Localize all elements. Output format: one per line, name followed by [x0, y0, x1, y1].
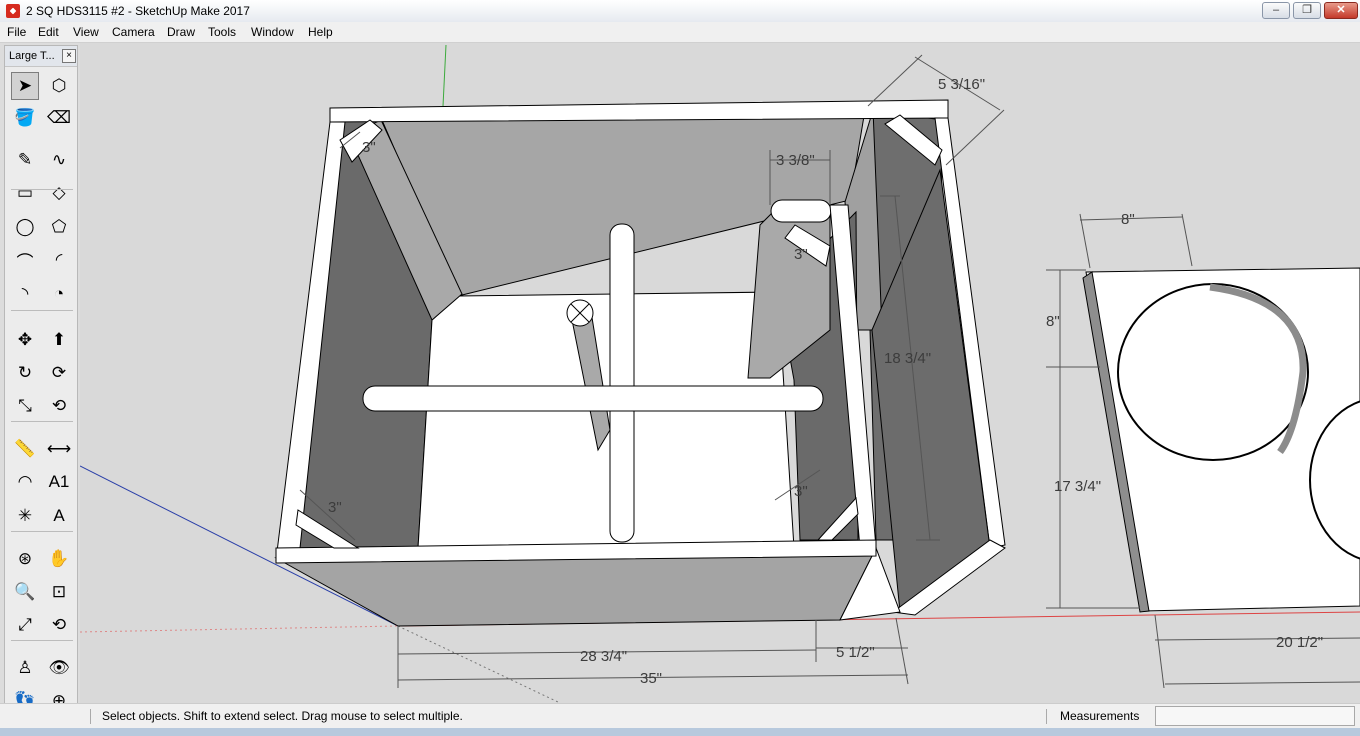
dimension-brace-top-left: 3"	[362, 139, 376, 156]
menu-tools[interactable]: Tools	[208, 25, 236, 39]
eraser-icon[interactable]: ⌫	[45, 104, 73, 132]
dimension-top-right-depth: 5 3/16"	[938, 76, 985, 93]
dimension-brace-port: 3"	[794, 246, 808, 263]
horizontal-dowel[interactable]	[362, 385, 824, 412]
rectangle-icon[interactable]: ▭	[11, 179, 39, 207]
menu-help[interactable]: Help	[308, 25, 333, 39]
dimension-inner-height: 18 3/4"	[884, 350, 931, 367]
toolbar-title: Large T...	[9, 50, 55, 62]
push-pull-icon[interactable]: ⬆	[45, 326, 73, 354]
menu-file[interactable]: File	[7, 25, 26, 39]
axes-icon[interactable]: ✳	[11, 502, 39, 530]
port-tube-cap[interactable]	[770, 199, 832, 223]
dimension-brace-bottom-left: 3"	[328, 499, 342, 516]
previous-view-icon[interactable]: ⟲	[45, 611, 73, 639]
menu-camera[interactable]: Camera	[112, 25, 155, 39]
look-around-icon[interactable]: 👁	[45, 654, 73, 682]
red-axis-negative	[80, 625, 399, 633]
follow-me-icon[interactable]: ⟳	[45, 359, 73, 387]
taskbar	[0, 728, 1360, 736]
model-scene[interactable]: 5 3/16" 3 3/8" 3" 3" 3" 3" 18 3/4" 8" 8"…	[80, 43, 1360, 703]
menu-edit[interactable]: Edit	[38, 25, 59, 39]
status-hint: Select objects. Shift to extend select. …	[102, 709, 463, 723]
paint-bucket-icon[interactable]: 🪣	[11, 104, 39, 132]
dimension-main-width: 28 3/4"	[580, 648, 627, 665]
freehand-icon[interactable]: ∿	[45, 146, 73, 174]
minimize-button[interactable]: –	[1262, 2, 1290, 19]
toolbar-separator	[11, 421, 73, 422]
orbit-icon[interactable]: ⊛	[11, 545, 39, 573]
offset-icon[interactable]: ⟲	[45, 392, 73, 420]
zoom-icon[interactable]: 🔍	[11, 578, 39, 606]
sketchup-logo-icon	[6, 4, 20, 18]
maximize-button[interactable]: ❐	[1293, 2, 1321, 19]
protractor-icon[interactable]: ◠	[11, 468, 39, 496]
zoom-extents-icon[interactable]: ⤢	[11, 611, 39, 639]
toolbar-close-button[interactable]: ×	[62, 49, 76, 63]
window-title: 2 SQ HDS3115 #2 - SketchUp Make 2017	[26, 4, 250, 18]
tape-measure-icon[interactable]: 📏	[11, 435, 39, 463]
toolbar-separator	[11, 189, 73, 190]
rotated-rectangle-icon[interactable]: ◇	[45, 179, 73, 207]
green-axis	[442, 44, 447, 107]
dimension-baffle-lower-height: 17 3/4"	[1054, 478, 1101, 495]
dimension-baffle-top-width: 8"	[1121, 211, 1135, 228]
three-point-arc-icon[interactable]: ◝	[11, 280, 39, 308]
zoom-window-icon[interactable]: ⊡	[45, 578, 73, 606]
title-bar: 2 SQ HDS3115 #2 - SketchUp Make 2017 – ❐…	[0, 0, 1360, 23]
toolbar-separator	[11, 640, 73, 641]
vertical-dowel[interactable]	[609, 223, 635, 543]
arc-icon[interactable]: ⌒	[11, 246, 39, 274]
3d-text-icon[interactable]: A	[45, 502, 73, 530]
toolbar-separator	[11, 531, 73, 532]
make-component-icon[interactable]: ⬡	[45, 72, 73, 100]
line-icon[interactable]: ✎	[11, 146, 39, 174]
dimension-baffle-width: 20 1/2"	[1276, 634, 1323, 651]
status-separator	[90, 709, 91, 724]
toolbar-header[interactable]: Large T... ×	[5, 46, 77, 67]
pan-icon[interactable]: ✋	[45, 545, 73, 573]
status-bar: Select objects. Shift to extend select. …	[0, 703, 1360, 729]
move-icon[interactable]: ✥	[11, 326, 39, 354]
large-tool-set-toolbar: Large T... × ➤ ⬡ 🪣 ⌫ ✎ ∿ ▭ ◇ ◯ ⬠ ⌒ ◜ ◝ ◔ ✥ ⬆ ↻ ⟳ ⤡ ⟲ 📏 ⟷ ◠ A1 ✳ A…	[4, 45, 78, 720]
dimension-brace-bottom-right: 3"	[794, 483, 808, 500]
dimension-icon[interactable]: ⟷	[45, 435, 73, 463]
dimension-overall-width: 35"	[640, 670, 662, 687]
drawing-viewport[interactable]: 5 3/16" 3 3/8" 3" 3" 3" 3" 18 3/4" 8" 8"…	[80, 43, 1360, 703]
close-button[interactable]: ✕	[1324, 2, 1358, 19]
scale-icon[interactable]: ⤡	[11, 392, 39, 420]
text-icon[interactable]: A1	[45, 468, 73, 496]
measurements-input[interactable]	[1155, 706, 1355, 726]
two-point-arc-icon[interactable]: ◜	[45, 246, 73, 274]
dimension-port-width: 3 3/8"	[776, 152, 815, 169]
top-frame[interactable]	[329, 99, 949, 123]
polygon-icon[interactable]: ⬠	[45, 213, 73, 241]
menu-window[interactable]: Window	[251, 25, 294, 39]
status-separator	[1046, 709, 1047, 724]
menu-view[interactable]: View	[73, 25, 99, 39]
dimension-baffle-upper-height: 8"	[1046, 313, 1060, 330]
rotate-icon[interactable]: ↻	[11, 359, 39, 387]
position-camera-icon[interactable]: ♙	[11, 654, 39, 682]
menu-bar: File Edit View Camera Draw Tools Window …	[0, 22, 1360, 43]
pie-icon[interactable]: ◔	[45, 280, 73, 308]
select-icon[interactable]: ➤	[11, 72, 39, 100]
toolbar-separator	[11, 310, 73, 311]
measurements-label: Measurements	[1060, 709, 1140, 723]
guide-line	[397, 625, 561, 703]
dimension-port-section-width: 5 1/2"	[836, 644, 875, 661]
circle-icon[interactable]: ◯	[11, 213, 39, 241]
menu-draw[interactable]: Draw	[167, 25, 195, 39]
